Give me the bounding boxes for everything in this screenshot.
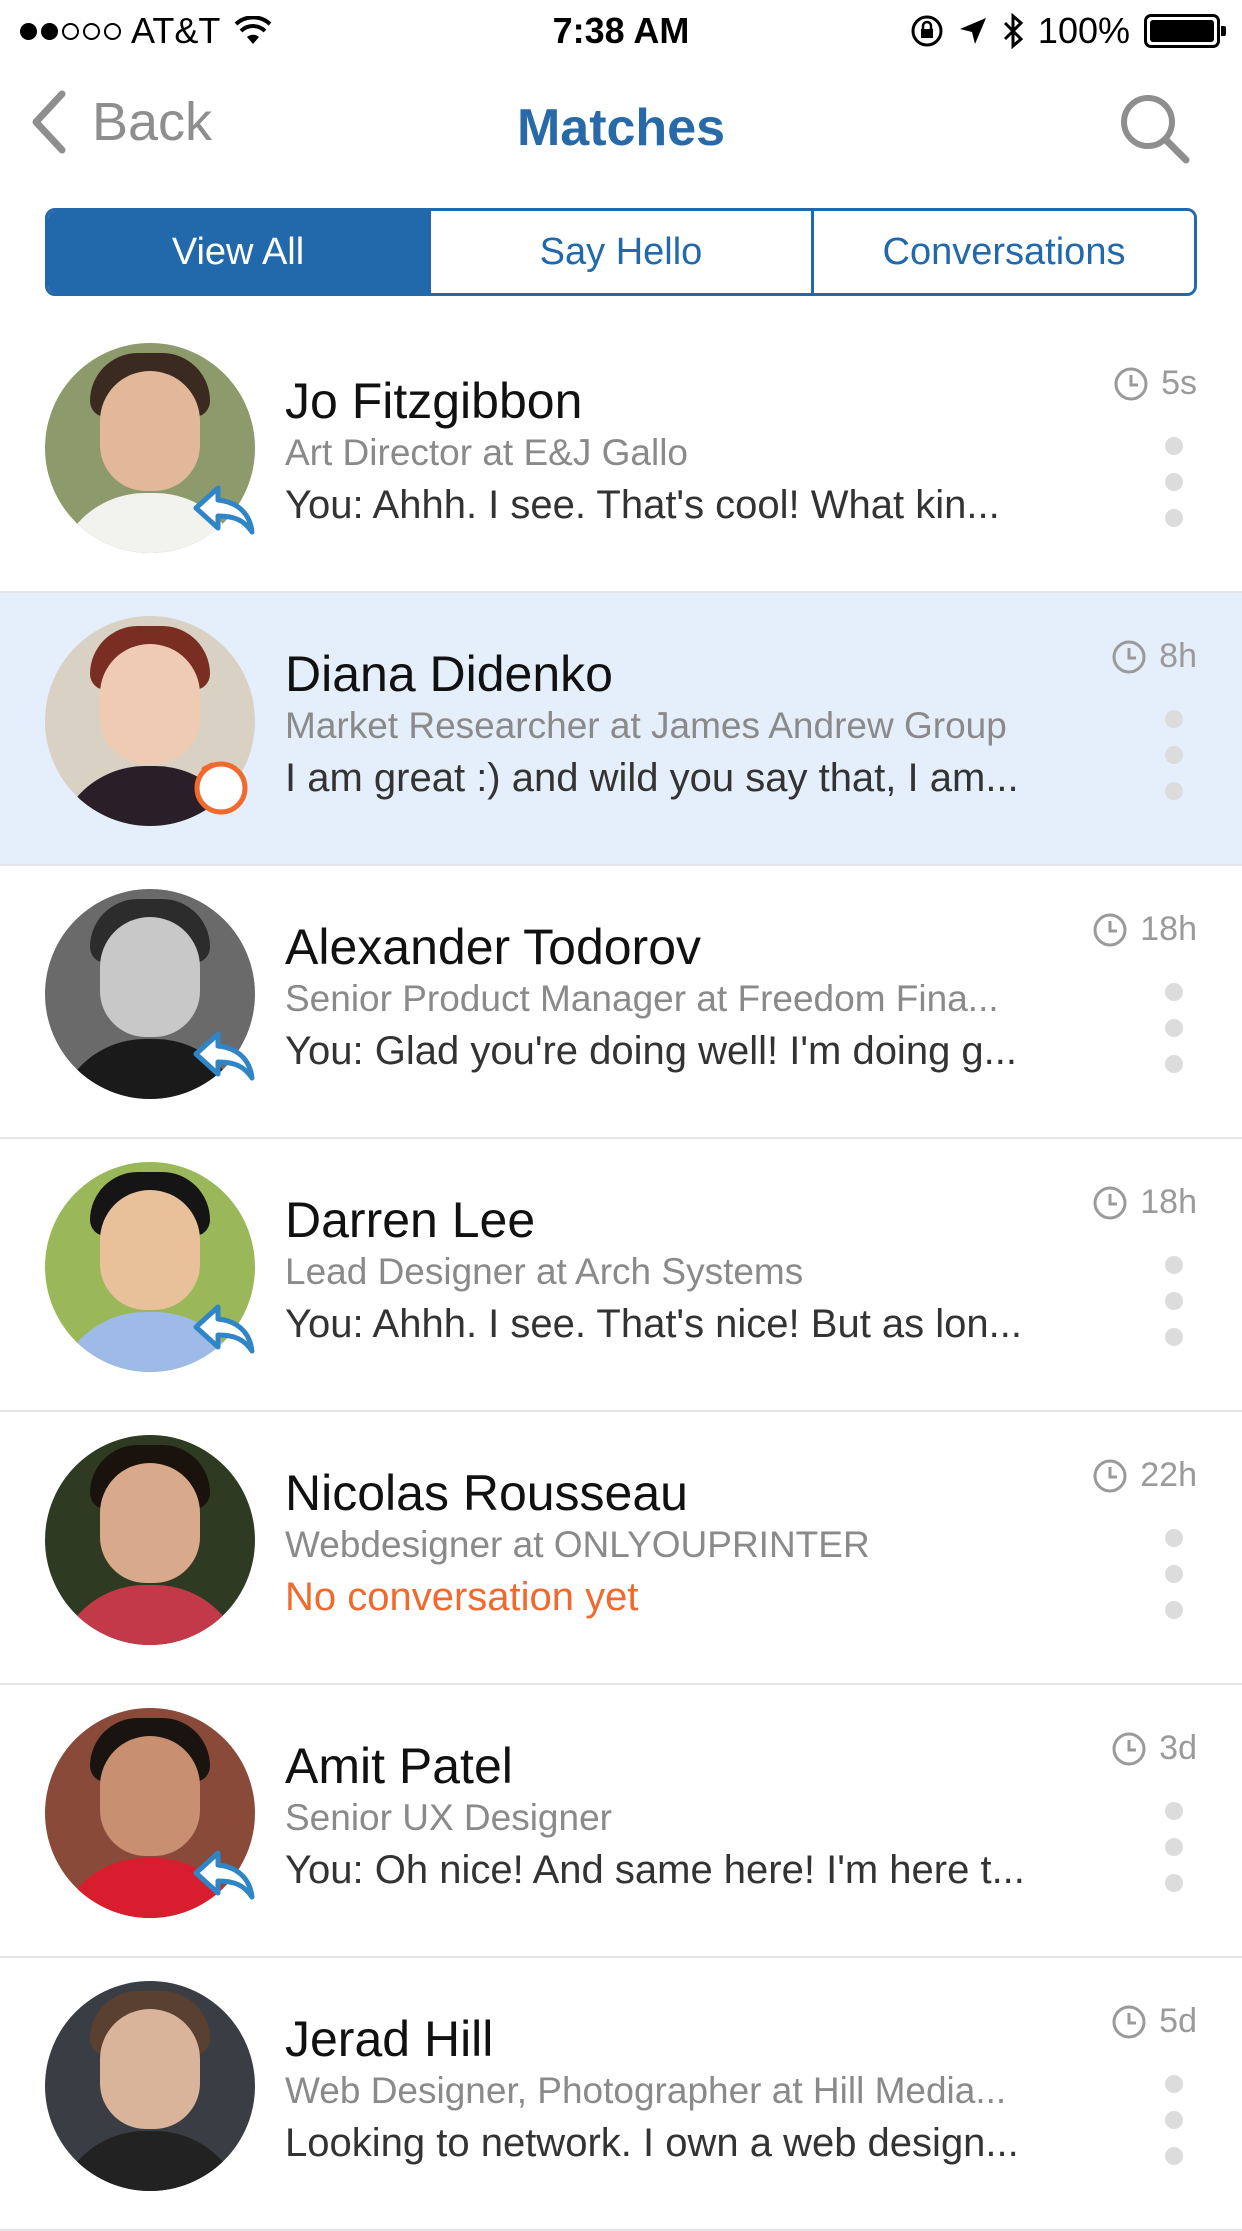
page-title: Matches — [516, 99, 726, 157]
match-time: 5d — [1111, 2002, 1197, 2041]
time-label: 18h — [1140, 910, 1197, 948]
match-name: Alexander Todorov — [285, 919, 702, 975]
location-arrow-icon — [959, 18, 986, 44]
match-name: Diana Didenko — [285, 646, 613, 702]
more-options-icon[interactable] — [1162, 710, 1186, 800]
match-row[interactable]: Jerad Hill Web Designer, Photographer at… — [0, 1958, 1242, 2231]
reply-icon — [193, 1304, 255, 1354]
time-label: 5d — [1159, 2002, 1197, 2040]
match-row[interactable]: Darren Lee Lead Designer at Arch Systems… — [0, 1139, 1242, 1412]
match-name: Jo Fitzgibbon — [285, 373, 583, 429]
match-subtitle: Web Designer, Photographer at Hill Media… — [285, 2070, 1007, 2111]
time-label: 8h — [1159, 637, 1197, 675]
match-row[interactable]: Alexander Todorov Senior Product Manager… — [0, 866, 1242, 1139]
tab-say-hello[interactable]: Say Hello — [428, 211, 811, 293]
clock-icon — [1093, 1459, 1127, 1492]
status-right: 100% — [910, 10, 1226, 52]
search-icon[interactable] — [1116, 90, 1192, 166]
tab-conversations[interactable]: Conversations — [811, 211, 1194, 293]
match-row[interactable]: Nicolas Rousseau Webdesigner at ONLYOUPR… — [0, 1412, 1242, 1685]
match-row[interactable]: Diana Didenko Market Researcher at James… — [0, 593, 1242, 866]
more-options-icon[interactable] — [1162, 1529, 1186, 1619]
match-subtitle: Market Researcher at James Andrew Group — [285, 705, 1007, 746]
match-message: You: Ahhh. I see. That's cool! What kin.… — [285, 483, 1000, 527]
match-subtitle: Art Director at E&J Gallo — [285, 432, 689, 473]
match-message: You: Ahhh. I see. That's nice! But as lo… — [285, 1302, 1023, 1346]
tab-view-all[interactable]: View All — [48, 211, 428, 293]
matches-list: Jo Fitzgibbon Art Director at E&J Gallo … — [0, 320, 1242, 2231]
time-label: 18h — [1140, 1183, 1197, 1221]
match-message: You: Glad you're doing well! I'm doing g… — [285, 1029, 1018, 1073]
match-time: 18h — [1092, 910, 1197, 949]
battery-icon — [1144, 14, 1226, 48]
bluetooth-icon — [1003, 13, 1024, 49]
match-message: No conversation yet — [285, 1575, 639, 1619]
match-time: 5s — [1113, 364, 1197, 403]
reply-icon — [193, 1031, 255, 1081]
clock-icon — [1112, 640, 1146, 673]
clock-icon — [1112, 2005, 1146, 2038]
time-label: 5s — [1161, 364, 1197, 402]
more-options-icon[interactable] — [1162, 437, 1186, 527]
status-bar: AT&T 7:38 AM 100% — [0, 0, 1242, 62]
more-options-icon[interactable] — [1162, 1802, 1186, 1892]
match-time: 8h — [1111, 637, 1197, 676]
ring-icon — [194, 761, 248, 815]
match-name: Jerad Hill — [285, 2011, 494, 2067]
clock-icon — [1114, 367, 1148, 400]
orientation-lock-icon — [911, 15, 943, 47]
clock-icon — [1112, 1732, 1146, 1765]
avatar — [45, 1435, 255, 1645]
match-subtitle: Senior Product Manager at Freedom Fina..… — [285, 978, 999, 1019]
match-time: 22h — [1092, 1456, 1197, 1495]
match-name: Nicolas Rousseau — [285, 1465, 688, 1521]
reply-icon — [193, 485, 255, 535]
match-time: 3d — [1111, 1729, 1197, 1768]
match-row[interactable]: Amit Patel Senior UX Designer You: Oh ni… — [0, 1685, 1242, 1958]
clock-icon — [1093, 913, 1127, 946]
filter-tabs: View All Say Hello Conversations — [45, 208, 1197, 296]
match-message: I am great :) and wild you say that, I a… — [285, 756, 1019, 800]
clock-icon — [1093, 1186, 1127, 1219]
match-name: Darren Lee — [285, 1192, 536, 1248]
match-time: 18h — [1092, 1183, 1197, 1222]
battery-percent: 100% — [1037, 10, 1130, 51]
match-name: Amit Patel — [285, 1738, 513, 1794]
match-subtitle: Lead Designer at Arch Systems — [285, 1251, 804, 1292]
more-options-icon[interactable] — [1162, 2075, 1186, 2165]
more-options-icon[interactable] — [1162, 983, 1186, 1073]
navigation-bar: Back Matches — [0, 62, 1242, 192]
match-subtitle: Senior UX Designer — [285, 1797, 612, 1838]
time-label: 22h — [1140, 1456, 1197, 1494]
reply-icon — [193, 1850, 255, 1900]
more-options-icon[interactable] — [1162, 1256, 1186, 1346]
match-row[interactable]: Jo Fitzgibbon Art Director at E&J Gallo … — [0, 320, 1242, 593]
avatar — [45, 1981, 255, 2191]
match-message: Looking to network. I own a web design..… — [285, 2121, 1019, 2165]
match-subtitle: Webdesigner at ONLYOUPRINTER — [285, 1524, 870, 1565]
match-message: You: Oh nice! And same here! I'm here t.… — [285, 1848, 1025, 1892]
time-label: 3d — [1159, 1729, 1197, 1767]
